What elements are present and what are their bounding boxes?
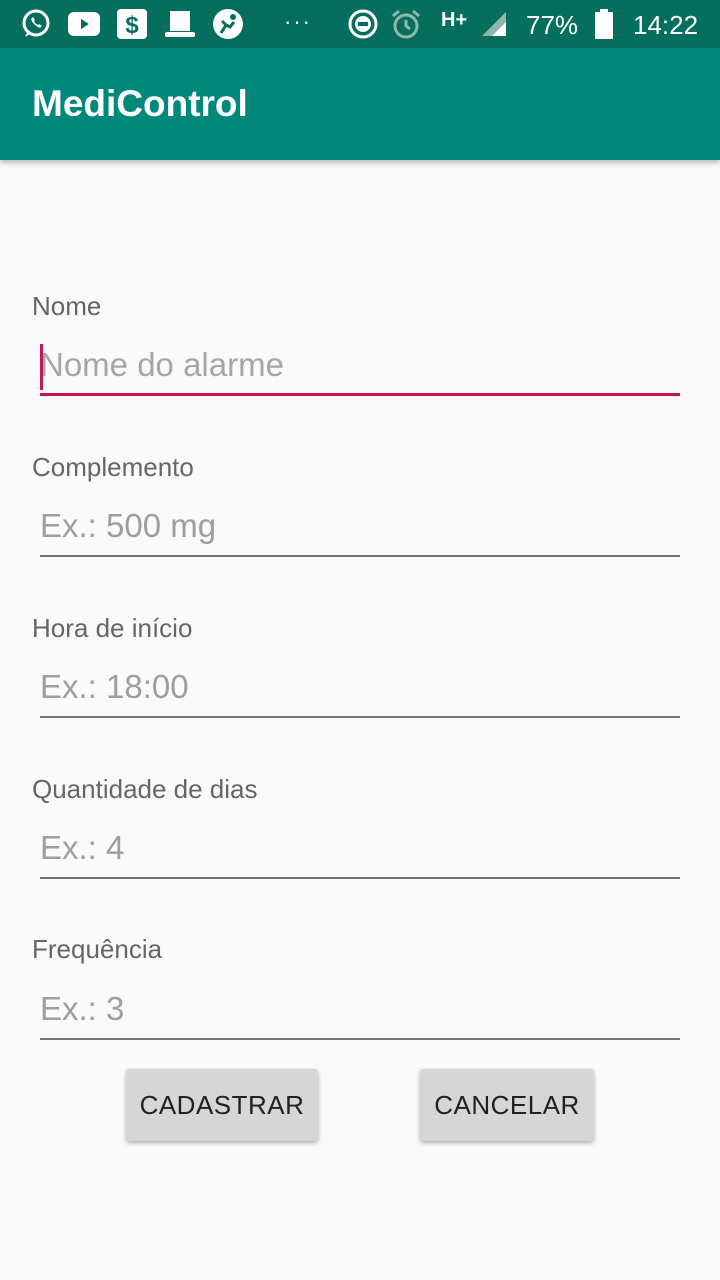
battery-percent: 77% — [526, 10, 579, 40]
app-bar: MediControl — [0, 48, 720, 160]
status-bar: $ ··· H+ 77% 14:22 — [0, 0, 720, 48]
days-count-label: Quantidade de dias — [32, 774, 258, 804]
name-input[interactable] — [40, 342, 680, 396]
svg-text:$: $ — [125, 12, 139, 39]
start-time-label: Hora de início — [32, 613, 193, 643]
text-cursor — [40, 344, 43, 390]
alarm-icon — [390, 8, 422, 40]
days-count-input[interactable] — [40, 825, 680, 879]
soccer-app-icon — [212, 8, 244, 40]
frequency-input[interactable] — [40, 986, 680, 1040]
complement-label: Complemento — [32, 452, 194, 482]
youtube-icon — [68, 8, 100, 40]
frequency-label: Frequência — [32, 934, 163, 964]
network-type: H+ — [441, 9, 468, 31]
name-label: Nome — [32, 291, 102, 321]
register-button[interactable]: CADASTRAR — [126, 1069, 318, 1141]
clock: 14:22 — [633, 10, 699, 40]
whatsapp-icon — [20, 8, 52, 40]
dollar-app-icon: $ — [116, 8, 148, 40]
signal-icon — [478, 8, 510, 40]
more-notifications-icon: ··· — [284, 9, 312, 34]
do-not-disturb-icon — [347, 8, 379, 40]
battery-icon — [588, 8, 620, 40]
app-title: MediControl — [32, 83, 248, 124]
hat-icon — [164, 8, 196, 40]
cancel-button[interactable]: CANCELAR — [420, 1069, 594, 1141]
complement-input[interactable] — [40, 503, 680, 557]
start-time-input[interactable] — [40, 664, 680, 718]
